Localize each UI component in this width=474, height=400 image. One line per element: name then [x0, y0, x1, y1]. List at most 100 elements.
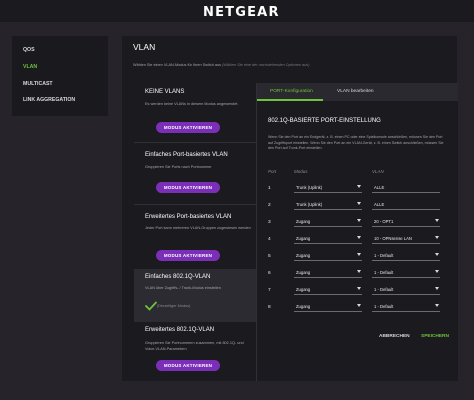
chevron-down-icon	[357, 287, 361, 290]
mode-title: Einfaches Port-basiertes VLAN	[145, 152, 228, 158]
chevron-down-icon	[435, 236, 439, 239]
mode-select[interactable]: Zugang	[294, 252, 362, 261]
vlan-value: 1 - Default	[374, 287, 394, 292]
mode-card-no-vlans: KEINE VLANS Es werden keine VLANs in die…	[134, 83, 256, 141]
tab-edit-vlan[interactable]: VLAN bearbeiten	[337, 89, 374, 94]
mode-description: Gruppieren Sie Ports nach Portnummer	[145, 165, 212, 169]
mode-value: Zugang	[296, 219, 311, 224]
mode-description: VLAN über Zugriffs- / Trunk-Modus einste…	[145, 286, 221, 290]
port-number: 7	[268, 288, 271, 293]
chevron-down-icon	[435, 304, 439, 307]
mode-value: Trunk (Uplink)	[296, 202, 323, 207]
vlan-value: ALLE	[374, 202, 385, 207]
chevron-down-icon	[357, 304, 361, 307]
chevron-down-icon	[357, 270, 361, 273]
port-number: 1	[268, 186, 271, 191]
mode-title: Erweitertes Port-basiertes VLAN	[145, 214, 232, 220]
vlan-select[interactable]: 1 - Default	[372, 252, 440, 261]
vlan-select[interactable]: 10 - OPNsense LAN	[372, 235, 440, 244]
mode-value: Zugang	[296, 270, 311, 275]
current-mode-label: (Derzeitiger Modus)	[157, 304, 191, 308]
port-config-panel: PORT-Konfiguration VLAN bearbeiten 802.1…	[256, 83, 458, 381]
mode-value: Zugang	[296, 287, 311, 292]
vlan-value: 10 - OPNsense LAN	[374, 236, 412, 241]
chevron-down-icon	[435, 287, 439, 290]
mode-select[interactable]: Zugang	[294, 286, 362, 295]
cancel-button[interactable]: ABBRECHEN	[379, 334, 410, 339]
sidebar-item-qos[interactable]: QOS	[23, 47, 35, 53]
chevron-down-icon	[357, 236, 361, 239]
mode-card-advanced-port-vlan: Erweitertes Port-basiertes VLAN Jeder Po…	[134, 207, 256, 265]
port-number: 2	[268, 203, 271, 208]
sidebar-item-link-aggregation[interactable]: LINK AGGREGATION	[23, 97, 75, 103]
active-tab-indicator	[257, 99, 323, 101]
mode-select[interactable]: Zugang	[294, 269, 362, 278]
vlan-select[interactable]: 20 - OPT1	[372, 218, 440, 227]
port-number: 4	[268, 237, 271, 242]
mode-card-basic-port-vlan: Einfaches Port-basiertes VLAN Gruppieren…	[134, 145, 256, 203]
top-bar: NETGEAR	[0, 0, 474, 22]
save-button[interactable]: SPEICHERN	[421, 334, 449, 339]
tab-bar: PORT-Konfiguration VLAN bearbeiten	[257, 83, 458, 101]
netgear-logo: NETGEAR	[203, 5, 280, 20]
column-header-port: Port	[268, 169, 277, 174]
activate-mode-button[interactable]: MODUS AKTIVIEREN	[156, 122, 220, 133]
mode-select[interactable]: Trunk (Uplink)	[294, 184, 362, 193]
mode-value: Zugang	[296, 304, 311, 309]
subtitle-hint: (Wählen Sie eine der nachstehenden Optio…	[222, 63, 310, 67]
chevron-down-icon	[435, 270, 439, 273]
page-title: VLAN	[133, 42, 156, 52]
column-header-vlan: VLAN	[372, 169, 384, 174]
vlan-main-panel: VLAN Wählen Sie einen VLAN-Modus für Ihr…	[122, 36, 458, 381]
check-icon	[145, 301, 157, 311]
column-header-mode: Modus	[294, 169, 308, 174]
subtitle-text: Wählen Sie einen VLAN-Modus für Ihren Sw…	[133, 63, 222, 67]
vlan-value: 1 - Default	[374, 304, 394, 309]
mode-value: Zugang	[296, 236, 311, 241]
divider	[134, 142, 256, 143]
vlan-value: 1 - Default	[374, 253, 394, 258]
port-number: 8	[268, 305, 271, 310]
tab-port-configuration[interactable]: PORT-Konfiguration	[270, 89, 313, 94]
mode-card-basic-8021q-vlan: Einfaches 802.1Q-VLAN VLAN über Zugriffs…	[134, 269, 256, 322]
chevron-down-icon	[357, 219, 361, 222]
vlan-input[interactable]: ALLE	[372, 201, 440, 210]
sidebar: QOS VLAN MULTICAST LINK AGGREGATION	[12, 36, 108, 116]
activate-mode-button[interactable]: MODUS AKTIVIEREN	[156, 182, 220, 193]
chevron-down-icon	[357, 185, 361, 188]
chevron-down-icon	[435, 253, 439, 256]
mode-select[interactable]: Zugang	[294, 218, 362, 227]
mode-description: Es werden keine VLANs in diesem Modus an…	[145, 102, 239, 106]
activate-mode-button[interactable]: MODUS AKTIVIEREN	[156, 250, 220, 261]
page-subtitle: Wählen Sie einen VLAN-Modus für Ihren Sw…	[133, 63, 309, 67]
vlan-value: 1 - Default	[374, 270, 394, 275]
sidebar-item-multicast[interactable]: MULTICAST	[23, 81, 53, 87]
vlan-input[interactable]: ALLE	[372, 184, 440, 193]
mode-value: Zugang	[296, 253, 311, 258]
vlan-value: 20 - OPT1	[374, 219, 394, 224]
section-description: Wenn Sie den Port an ein Endgerät, z. B.…	[268, 135, 444, 151]
mode-select[interactable]: Zugang	[294, 303, 362, 312]
chevron-down-icon	[357, 253, 361, 256]
vlan-value: ALLE	[374, 185, 385, 190]
mode-description: Jeder Port kann mehreren VLAN-Gruppen zu…	[145, 226, 251, 230]
vlan-select[interactable]: 1 - Default	[372, 269, 440, 278]
mode-description: Gruppieren Sie Portnummern zusammen, mit…	[145, 341, 244, 351]
mode-card-advanced-8021q-vlan: Erweitertes 802.1Q-VLAN Gruppieren Sie P…	[134, 323, 256, 379]
activate-mode-button[interactable]: MODUS AKTIVIEREN	[156, 360, 220, 371]
chevron-down-icon	[435, 219, 439, 222]
sidebar-item-vlan[interactable]: VLAN	[23, 64, 37, 70]
port-number: 3	[268, 220, 271, 225]
mode-select[interactable]: Zugang	[294, 235, 362, 244]
section-heading: 802.1Q-BASIERTE PORT-EINSTELLUNG	[268, 118, 381, 124]
mode-select[interactable]: Trunk (Uplink)	[294, 201, 362, 210]
vlan-select[interactable]: 1 - Default	[372, 286, 440, 295]
port-number: 6	[268, 271, 271, 276]
mode-title: KEINE VLANS	[145, 89, 185, 95]
mode-title: Einfaches 802.1Q-VLAN	[145, 274, 211, 280]
mode-title: Erweitertes 802.1Q-VLAN	[145, 327, 215, 333]
chevron-down-icon	[357, 202, 361, 205]
divider	[134, 204, 256, 205]
vlan-select[interactable]: 1 - Default	[372, 303, 440, 312]
port-number: 5	[268, 254, 271, 259]
